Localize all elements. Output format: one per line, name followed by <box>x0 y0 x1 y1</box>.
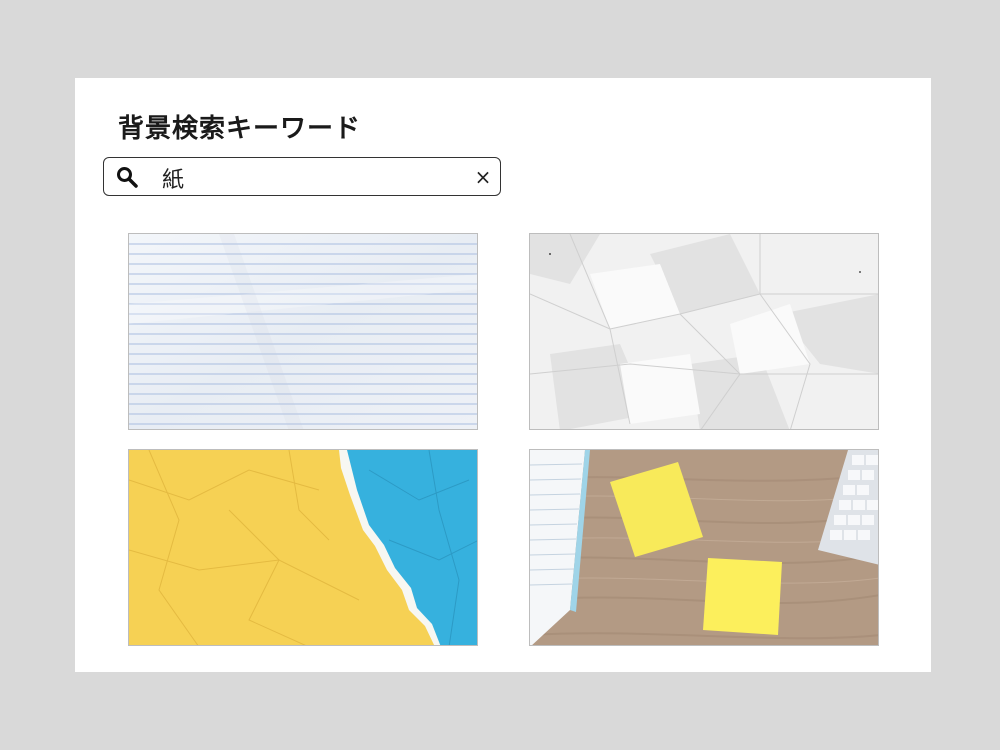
search-panel: 背景検索キーワード 紙 × <box>75 78 931 672</box>
result-image-lined-notebook-paper[interactable] <box>128 233 478 430</box>
search-icon[interactable] <box>116 166 138 188</box>
result-image-torn-yellow-blue-paper[interactable] <box>128 449 478 646</box>
page-title: 背景検索キーワード <box>118 114 362 144</box>
search-input[interactable]: 紙 <box>162 162 184 194</box>
search-box[interactable]: 紙 × <box>103 157 501 196</box>
result-image-sticky-notes-on-desk[interactable] <box>529 449 879 646</box>
result-image-crumpled-white-paper[interactable] <box>529 233 879 430</box>
close-icon[interactable]: × <box>472 166 494 188</box>
